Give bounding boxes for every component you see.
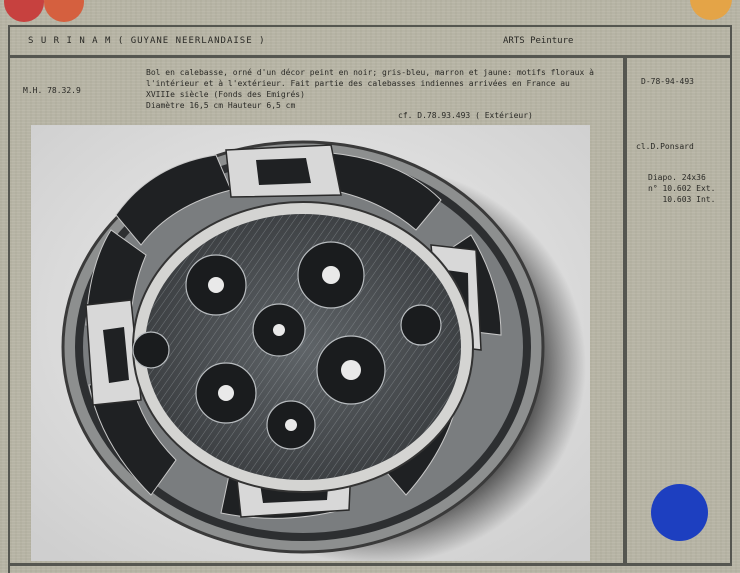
bottom-rule — [8, 563, 732, 566]
slide-info-line: Diapo. 24x36 — [648, 173, 706, 182]
red-marker-dot-2 — [44, 0, 84, 22]
description-line: Diamètre 16,5 cm Hauteur 6,5 cm — [146, 101, 296, 110]
bowl-illustration — [31, 125, 590, 561]
orange-marker-dot — [690, 0, 732, 20]
right-rule — [730, 58, 732, 566]
catalog-card: S U R I N A M ( GUYANE NEERLANDAISE ) AR… — [0, 0, 740, 573]
blue-marker-dot — [651, 484, 708, 541]
red-marker-dot — [4, 0, 44, 22]
description-line: XVIIIe siècle (Fonds des Emigrés) — [146, 90, 305, 99]
left-rule — [8, 58, 10, 573]
slide-info: Diapo. 24x36 n° 10.602 Ext. 10.603 Int. — [648, 172, 715, 205]
photo-reference: D-78-94-493 — [641, 77, 694, 86]
location-heading: S U R I N A M ( GUYANE NEERLANDAISE ) — [28, 36, 266, 46]
photo-credit: cl.D.Ponsard — [636, 142, 694, 151]
description-line: l'intérieur et à l'extérieur. Fait parti… — [146, 79, 570, 88]
slide-info-line: n° 10.602 Ext. — [648, 184, 716, 193]
middle-rule — [623, 58, 627, 566]
description-line: Bol en calebasse, orné d'un décor peint … — [146, 68, 594, 77]
category-heading: ARTS Peinture — [503, 36, 574, 46]
bowl-photograph — [31, 125, 590, 561]
slide-info-line: 10.603 Int. — [648, 195, 716, 204]
card-header: S U R I N A M ( GUYANE NEERLANDAISE ) AR… — [8, 25, 732, 58]
inventory-number: M.H. 78.32.9 — [23, 86, 81, 95]
object-description: Bol en calebasse, orné d'un décor peint … — [146, 67, 616, 111]
cross-reference: cf. D.78.93.493 ( Extérieur) — [398, 111, 533, 120]
